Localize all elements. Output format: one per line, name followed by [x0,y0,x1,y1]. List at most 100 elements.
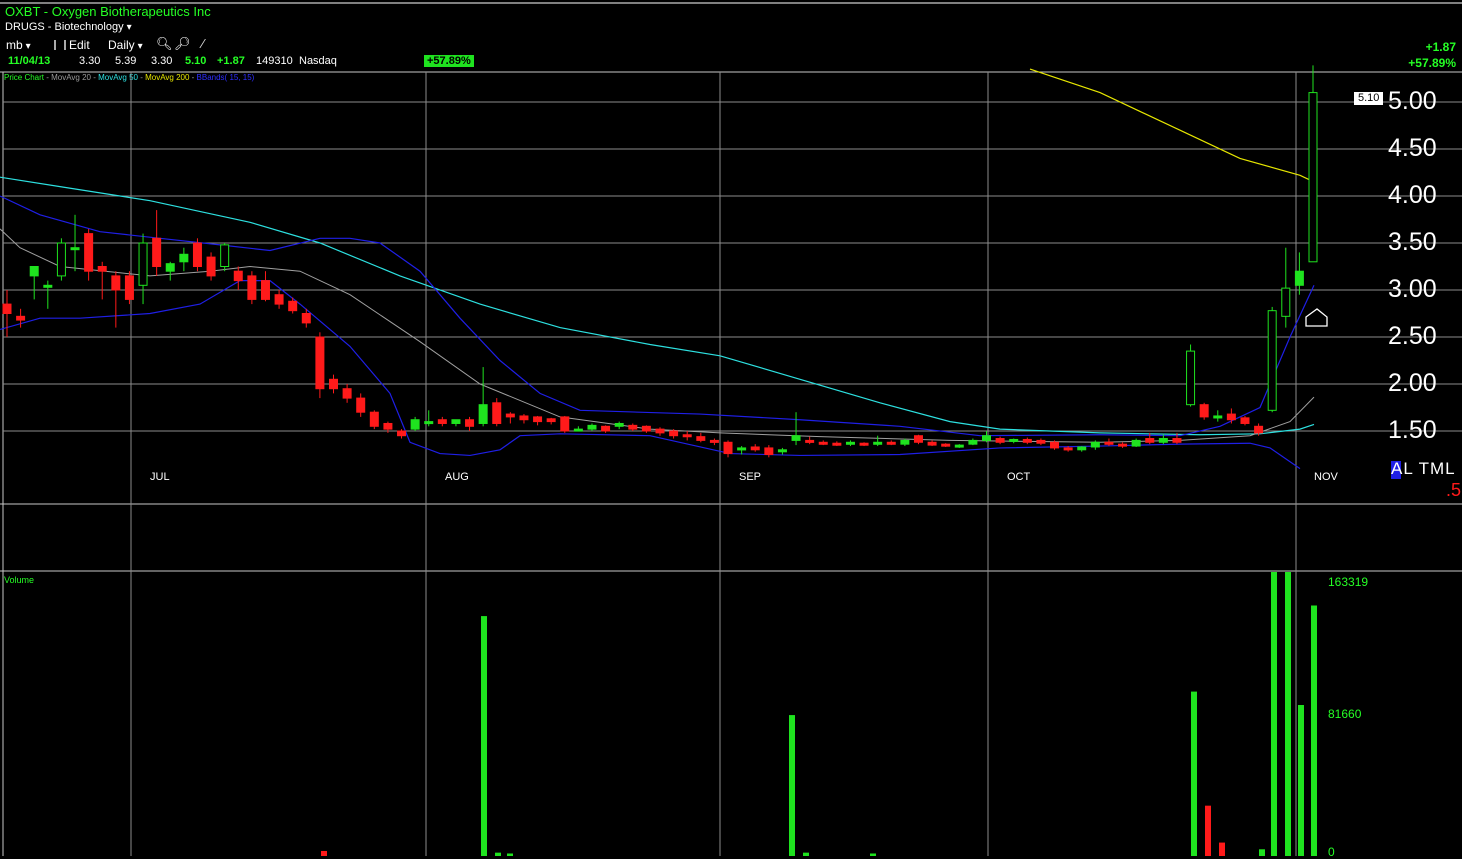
last-price-tag: 5.10 [1354,92,1384,105]
x-month-label: AUG [445,471,469,483]
candle-body [1294,270,1304,286]
candle-body [1036,439,1046,444]
y-tick-label: 3.00 [1388,275,1437,303]
y-tick-label: 5.00 [1388,87,1437,115]
volume-tick-mid: 81660 [1328,707,1362,721]
ma200-line [1029,68,1315,183]
price-volume-chart[interactable] [0,0,1462,856]
volume-tick-zero: 0 [1328,845,1335,859]
candle-body [1063,447,1073,451]
candle-body [260,280,270,300]
volume-tick-max: 163319 [1328,575,1369,589]
volume-bar [481,616,487,856]
candle-body [900,439,910,445]
candle-body [1226,413,1236,421]
candle-body [913,435,923,443]
candle-body [152,237,162,268]
candle-body [669,430,679,437]
candle-body [982,435,991,441]
candle-body [845,441,855,445]
candle-body [927,441,937,446]
candle-body [1267,310,1277,411]
ma50-line [0,176,1315,436]
candle-body [1009,438,1019,442]
volume-pane-label: Volume [4,575,35,585]
candle-body [764,447,774,456]
candle-body [886,441,896,445]
volume-bar [1285,572,1291,856]
candle-body [1131,439,1141,447]
candle-body [1104,441,1114,445]
candle-body [1240,417,1250,424]
candle-body [954,444,964,448]
candle-body [859,442,869,446]
candle-body [342,388,352,399]
candle-body [1254,425,1264,434]
alert-arrow-icon [1305,308,1328,327]
candle-body [165,263,175,272]
candle-body [138,242,148,286]
candle-body [682,434,692,438]
candle-body [873,441,883,445]
candle-body [1308,92,1318,263]
y-tick-label: 4.00 [1388,181,1437,209]
candle-body [288,300,298,312]
y-tick-label: 2.00 [1388,369,1437,397]
volume-bar [1191,691,1197,856]
candle-body [1172,438,1182,443]
candle-body [1077,446,1087,451]
alert-text: AL TML [1391,459,1456,479]
red-value: .5 [1446,480,1462,500]
candle-body [220,244,230,268]
x-month-label: NOV [1314,471,1338,483]
candle-body [247,275,257,300]
candle-body [628,424,638,430]
candle-body [587,424,597,430]
volume-bar [789,715,795,856]
candle-body [533,416,543,423]
volume-bar [1259,849,1265,856]
candle-body [111,275,121,291]
volume-bar [495,852,501,856]
x-month-label: JUL [150,471,170,483]
candle-body [573,428,583,432]
candle-body [56,242,66,277]
volume-bar [1271,572,1277,856]
candle-body [192,242,202,267]
candle-body [124,275,134,300]
volume-bar [321,850,327,856]
candle-body [1145,438,1155,443]
alert-label: AL TML [1391,459,1456,478]
x-month-label: SEP [739,471,762,483]
candle-body [505,413,515,418]
candle-body [424,421,434,425]
candle-body [777,449,787,453]
volume-bar [1219,842,1225,856]
candle-body [1158,438,1168,443]
volume-bar [1311,605,1317,856]
candle-body [1090,441,1100,448]
candle-body [614,422,624,427]
candle-body [750,446,760,451]
candle-body [546,418,556,423]
candle-body [329,378,338,390]
candle-body [805,439,815,443]
candle-body [995,438,1005,443]
candle-body [274,294,284,305]
candle-body [709,439,719,443]
candle-body [601,425,611,432]
candle-body [1199,404,1209,418]
candle-body [737,447,747,451]
candle-body [1186,350,1196,406]
y-tick-label: 4.50 [1388,134,1437,162]
candle-body [2,303,12,315]
candle-body [16,315,26,321]
bb-upper-line [0,195,1315,437]
candle-body [451,419,461,424]
candle-body [941,443,951,447]
candle-body [410,419,420,430]
candle-body [968,439,978,445]
candle-body [315,336,325,390]
candle-body [641,425,651,432]
candle-body [478,404,488,424]
